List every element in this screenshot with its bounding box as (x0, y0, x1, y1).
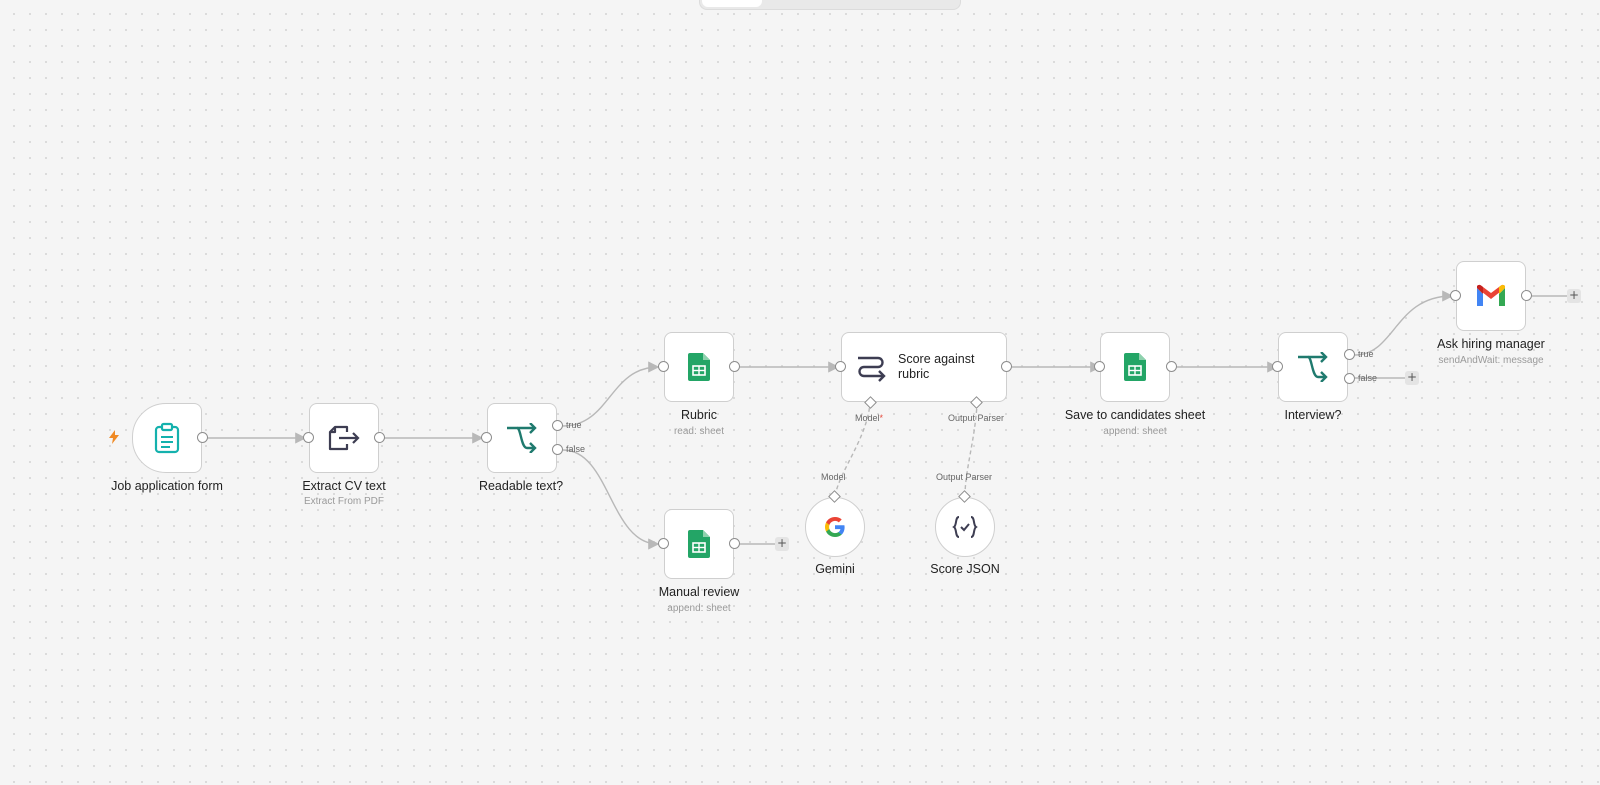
input-handle[interactable] (481, 432, 492, 443)
input-handle[interactable] (303, 432, 314, 443)
required-marker: * (879, 413, 884, 423)
llm-chain-icon (858, 356, 886, 382)
node-label: Ask hiring manager (1437, 337, 1545, 351)
node-subtitle: append: sheet (1103, 426, 1167, 437)
node-job-application-form[interactable] (132, 403, 202, 473)
input-handle[interactable] (835, 361, 846, 372)
model-port-label: Model* (855, 413, 884, 423)
node-extract-cv-text[interactable] (309, 403, 379, 473)
node-label: Rubric (680, 408, 718, 422)
node-subtitle: sendAndWait: message (1438, 355, 1544, 366)
google-sheets-icon (1124, 353, 1146, 381)
output-handle-true[interactable] (1344, 349, 1355, 360)
edge-readable-false-manual (562, 449, 660, 550)
google-sheets-icon (688, 530, 710, 558)
google-sheets-icon (688, 353, 710, 381)
node-label: Readable text? (478, 479, 564, 493)
node-save-to-candidates-sheet[interactable] (1100, 332, 1170, 402)
node-label: Manual review (658, 585, 740, 599)
output-handle-false[interactable] (552, 444, 563, 455)
output-handle[interactable] (1001, 361, 1012, 372)
node-subtitle: read: sheet (673, 426, 725, 437)
gmail-icon (1477, 284, 1505, 306)
port-label: Model (821, 472, 846, 482)
output-handle[interactable] (197, 432, 208, 443)
node-label: Score against rubric (898, 352, 975, 381)
input-handle[interactable] (658, 361, 669, 372)
node-manual-review[interactable] (664, 509, 734, 579)
output-parser-port-label: Output Parser (948, 413, 1005, 423)
branch-false-label: false (1358, 373, 1378, 383)
branch-false-label: false (566, 444, 586, 454)
node-label: Interview? (1284, 408, 1342, 422)
node-label: Save to candidates sheet (1064, 408, 1206, 422)
node-score-against-rubric[interactable]: Score against rubric (841, 332, 1007, 402)
input-handle[interactable] (1272, 361, 1283, 372)
node-subtitle: Extract From PDF (303, 496, 384, 507)
node-label: Score JSON (930, 562, 1000, 576)
output-handle[interactable] (729, 538, 740, 549)
output-handle-true[interactable] (552, 420, 563, 431)
node-label: Job application form (111, 479, 223, 493)
input-handle[interactable] (658, 538, 669, 549)
branch-true-label: true (566, 420, 582, 430)
clipboard-icon (154, 422, 180, 454)
add-node-button[interactable]: + (1567, 289, 1581, 303)
add-node-button[interactable]: + (1405, 371, 1419, 385)
port-label: Output Parser (936, 472, 993, 482)
if-branch-icon (507, 423, 537, 453)
output-handle[interactable] (1521, 290, 1532, 301)
json-braces-icon (952, 516, 978, 538)
google-g-icon (825, 517, 845, 537)
add-node-button[interactable]: + (775, 537, 789, 551)
trigger-bolt-icon (109, 430, 119, 444)
output-handle[interactable] (729, 361, 740, 372)
connections-layer (208, 290, 1567, 550)
node-gemini[interactable] (805, 497, 865, 557)
if-branch-icon (1298, 352, 1328, 382)
node-score-json[interactable] (935, 497, 995, 557)
node-interview[interactable] (1278, 332, 1348, 402)
input-handle[interactable] (1094, 361, 1105, 372)
node-ask-hiring-manager[interactable] (1456, 261, 1526, 331)
node-label: Extract CV text (302, 479, 386, 493)
branch-true-label: true (1358, 349, 1374, 359)
node-readable-text[interactable] (487, 403, 557, 473)
node-rubric[interactable] (664, 332, 734, 402)
input-handle[interactable] (1450, 290, 1461, 301)
output-handle[interactable] (1166, 361, 1177, 372)
output-handle-false[interactable] (1344, 373, 1355, 384)
output-handle[interactable] (374, 432, 385, 443)
node-subtitle: append: sheet (667, 603, 731, 614)
file-export-icon (328, 425, 360, 451)
